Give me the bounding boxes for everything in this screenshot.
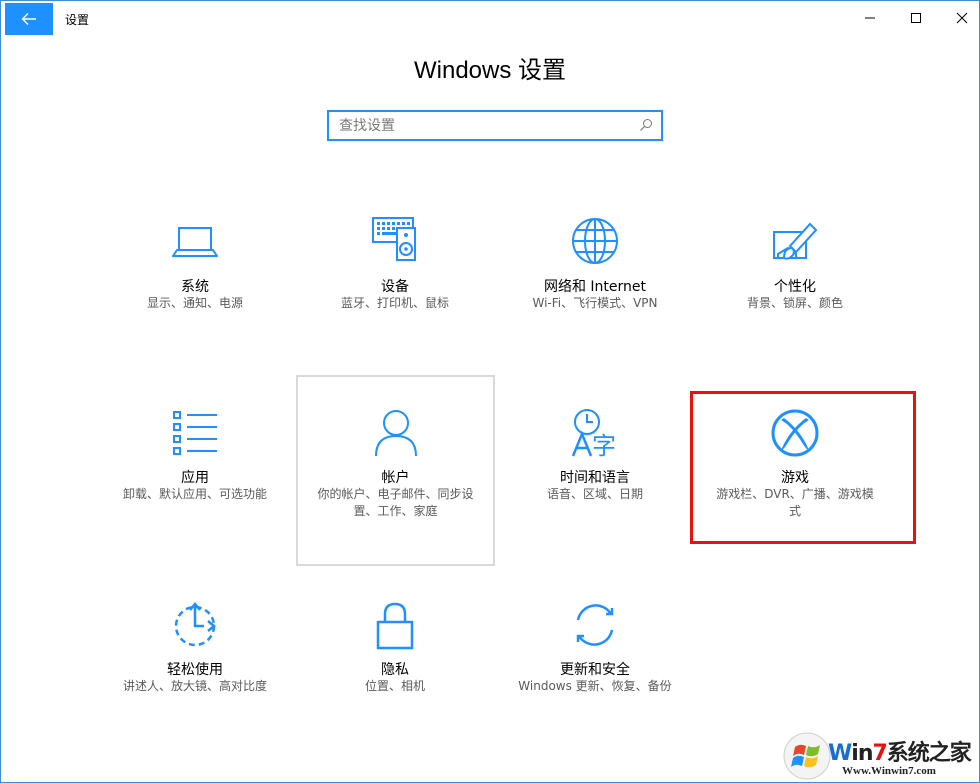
tile-accounts-desc: 你的帐户、电子邮件、同步设置、工作、家庭	[317, 487, 474, 518]
watermark-title-w: W	[828, 741, 852, 766]
ease-of-access-icon	[174, 602, 216, 647]
tile-update-security-name: 更新和安全	[560, 662, 630, 678]
window-title: 设置	[65, 13, 90, 27]
globe-icon	[572, 218, 618, 264]
tile-devices-desc: 蓝牙、打印机、鼠标	[340, 296, 449, 310]
tile-personalization[interactable]: 个性化 背景、锁屏、颜色	[700, 200, 890, 330]
back-arrow-icon	[21, 13, 36, 25]
tile-privacy-name: 隐私	[381, 662, 409, 678]
clock-language-icon: 字	[571, 409, 616, 458]
tile-time-language-name: 时间和语言	[560, 470, 630, 486]
tile-accounts[interactable]: 帐户 你的帐户、电子邮件、同步设置、工作、家庭	[296, 375, 495, 566]
sync-icon	[576, 604, 614, 646]
watermark: Win7系统之家 Www.Winwin7.com	[780, 729, 980, 783]
tile-network[interactable]: 网络和 Internet Wi-Fi、飞行模式、VPN	[500, 200, 690, 330]
keyboard-speaker-icon	[372, 217, 416, 261]
watermark-title-seven: 7	[872, 741, 887, 766]
back-button[interactable]	[5, 3, 53, 35]
tile-ease-of-access-desc: 讲述人、放大镜、高对比度	[122, 679, 267, 693]
tile-update-security-desc: Windows 更新、恢复、备份	[518, 679, 672, 693]
minimize-button[interactable]	[847, 2, 893, 34]
tile-apps[interactable]: 应用 卸载、默认应用、可选功能	[100, 392, 290, 542]
svg-text:字: 字	[592, 432, 616, 458]
tile-privacy[interactable]: 隐私 位置、相机	[300, 584, 490, 724]
app-list-icon	[173, 411, 217, 455]
search-input[interactable]	[339, 116, 629, 136]
title-bar: 设置	[1, 1, 979, 35]
xbox-icon	[771, 409, 819, 457]
watermark-title: Win7系统之家	[828, 735, 972, 767]
tile-time-language-desc: 语音、区域、日期	[546, 487, 643, 501]
person-icon	[374, 410, 417, 457]
close-icon	[956, 12, 968, 24]
maximize-icon	[911, 13, 921, 23]
tile-ease-of-access-name: 轻松使用	[167, 662, 223, 678]
laptop-icon	[172, 227, 218, 257]
tile-time-language[interactable]: 字 时间和语言 语音、区域、日期	[500, 392, 690, 542]
maximize-button[interactable]	[893, 2, 939, 34]
tile-apps-desc: 卸载、默认应用、可选功能	[122, 487, 267, 501]
tile-ease-of-access[interactable]: 轻松使用 讲述人、放大镜、高对比度	[100, 584, 290, 724]
tile-system[interactable]: 系统 显示、通知、电源	[100, 200, 290, 330]
tile-personalization-name: 个性化	[774, 279, 816, 295]
watermark-url: Www.Winwin7.com	[842, 765, 936, 777]
tile-gaming[interactable]: 游戏 游戏栏、DVR、广播、游戏模式	[700, 392, 890, 542]
search-box[interactable]	[327, 110, 663, 141]
tile-gaming-desc: 游戏栏、DVR、广播、游戏模式	[716, 487, 874, 518]
tile-system-desc: 显示、通知、电源	[146, 296, 243, 310]
tile-personalization-desc: 背景、锁屏、颜色	[746, 296, 843, 310]
tile-gaming-name: 游戏	[781, 470, 809, 486]
minimize-icon	[865, 17, 875, 19]
tile-devices-name: 设备	[381, 279, 409, 295]
search-icon[interactable]	[639, 118, 653, 132]
tile-devices[interactable]: 设备 蓝牙、打印机、鼠标	[300, 200, 490, 330]
close-button[interactable]	[939, 2, 980, 34]
page-title: Windows 设置	[413, 57, 567, 84]
windows-logo-icon	[783, 732, 831, 780]
tile-update-security[interactable]: 更新和安全 Windows 更新、恢复、备份	[500, 584, 690, 724]
paint-brush-icon	[773, 222, 818, 260]
lock-icon	[376, 602, 414, 650]
tile-network-name: 网络和 Internet	[543, 279, 647, 295]
watermark-title-rest: 系统之家	[886, 741, 972, 766]
tile-system-name: 系统	[181, 279, 209, 295]
tile-apps-name: 应用	[181, 470, 209, 486]
watermark-title-in: in	[851, 741, 873, 766]
tile-network-desc: Wi-Fi、飞行模式、VPN	[532, 296, 658, 310]
tile-privacy-desc: 位置、相机	[364, 679, 425, 693]
tile-accounts-name: 帐户	[381, 470, 410, 486]
